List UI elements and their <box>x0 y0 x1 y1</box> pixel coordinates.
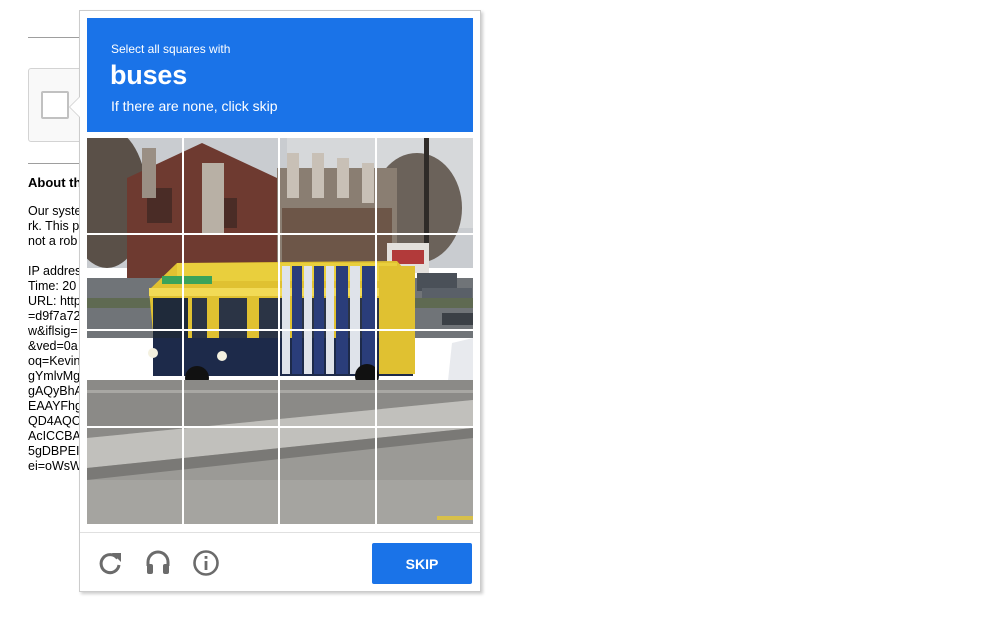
about-text: Our syste rk. This p not a rob IP addres… <box>28 204 83 474</box>
text-line: Our syste <box>28 204 82 218</box>
text-line: Time: 20 <box>28 279 77 293</box>
grid-tile[interactable] <box>87 138 184 235</box>
tile-grid <box>87 138 473 524</box>
text-line: =d9f7a72 <box>28 309 81 323</box>
reload-icon[interactable] <box>96 549 124 577</box>
image-grid <box>87 138 473 524</box>
grid-tile[interactable] <box>377 428 474 525</box>
target-object-label: buses <box>110 60 188 90</box>
text-line: gYmlvMg <box>28 369 81 383</box>
text-line: oq=Kevin <box>28 354 81 368</box>
captcha-challenge-popup: Select all squares with buses If there a… <box>69 10 481 593</box>
grid-tile[interactable] <box>184 427 280 524</box>
text-line: gAQyBhA <box>28 384 83 398</box>
not-a-robot-checkbox[interactable] <box>41 91 69 119</box>
text-line: ei=oWsW <box>28 459 82 473</box>
skip-button[interactable]: SKIP <box>372 543 472 584</box>
text-line: IP addres <box>28 264 82 278</box>
instruction-header: Select all squares with buses If there a… <box>87 18 473 132</box>
grid-tile[interactable] <box>280 234 377 331</box>
captcha-footer: SKIP <box>80 532 480 593</box>
grid-tile[interactable] <box>280 138 377 235</box>
grid-tile[interactable] <box>280 427 377 524</box>
text-line: EAAYFhg <box>28 399 82 413</box>
text-line: not a rob <box>28 234 78 248</box>
info-icon[interactable] <box>192 549 220 577</box>
text-line: QD4AQC <box>28 414 81 428</box>
grid-tile[interactable] <box>376 331 473 428</box>
text-line: AcICCBA <box>28 429 81 443</box>
popup-pointer <box>69 96 80 118</box>
grid-tile[interactable] <box>87 331 184 428</box>
instruction-text: Select all squares with <box>111 42 231 56</box>
audio-icon[interactable] <box>144 549 172 577</box>
text-line: &ved=0a <box>28 339 78 353</box>
text-line: rk. This p <box>28 219 80 233</box>
grid-tile[interactable] <box>183 331 280 428</box>
text-line: URL: http <box>28 294 81 308</box>
text-line: w&iflsig= <box>28 324 78 338</box>
grid-tile[interactable] <box>280 331 377 428</box>
grid-tile[interactable] <box>87 427 184 524</box>
grid-tile[interactable] <box>376 235 473 331</box>
grid-tile[interactable] <box>183 234 280 331</box>
grid-tile[interactable] <box>376 138 473 235</box>
skip-hint: If there are none, click skip <box>111 98 278 114</box>
grid-tile[interactable] <box>87 234 184 331</box>
about-heading: About th <box>28 175 82 190</box>
text-line: 5gDBPEI <box>28 444 80 458</box>
grid-tile[interactable] <box>183 138 280 235</box>
